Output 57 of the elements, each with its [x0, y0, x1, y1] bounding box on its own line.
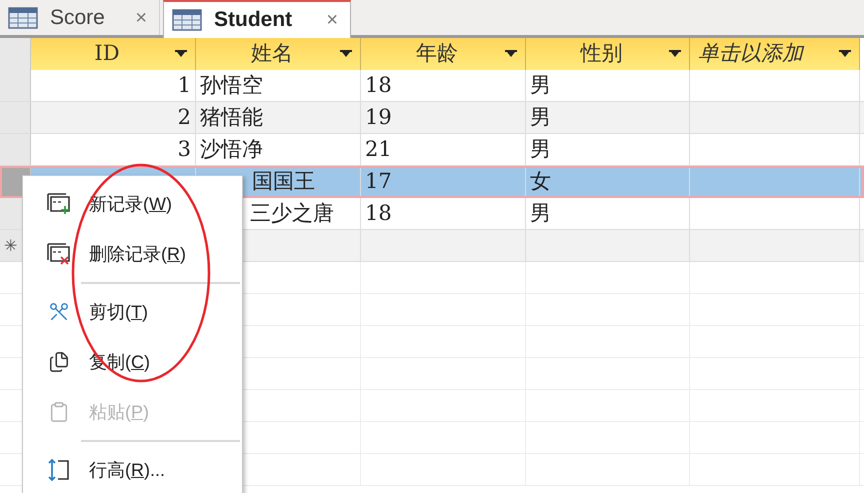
new-record-icon [47, 193, 71, 215]
select-all-corner[interactable] [0, 38, 31, 70]
close-button[interactable]: × [135, 8, 147, 28]
document-tab[interactable]: Student × [163, 0, 351, 38]
column-header[interactable]: 姓名 [196, 38, 361, 70]
dropdown-caret-icon[interactable] [340, 50, 352, 58]
row-height-icon [47, 458, 71, 482]
table-cell-text: 猪悟能 [200, 104, 263, 131]
clipboard-icon [48, 401, 70, 423]
row-selector[interactable] [0, 134, 31, 165]
column-header[interactable]: 年龄 [361, 38, 526, 70]
table-icon [8, 6, 38, 28]
column-title: 性别 [579, 40, 624, 68]
table-cell-text: 1 [178, 72, 191, 99]
tab-label: Score [50, 4, 105, 31]
table-cell-text: 21 [365, 136, 392, 163]
table-cell-text: 三少之唐 [250, 200, 334, 227]
table-cell-text: 男 [530, 72, 551, 99]
dropdown-caret-icon[interactable] [505, 50, 517, 58]
table-cell-text: 男 [530, 104, 551, 131]
scissors-icon [48, 301, 70, 323]
menu-item[interactable]: 剪切(T) [23, 287, 242, 337]
table-cell-text: 2 [178, 104, 191, 131]
table-cell-text: 18 [365, 72, 392, 99]
column-header[interactable]: 单击以添加 [690, 38, 860, 70]
dropdown-caret-icon[interactable] [839, 50, 851, 58]
dropdown-caret-icon[interactable] [669, 50, 681, 58]
close-button[interactable]: × [326, 10, 338, 30]
table-cell-text: 19 [365, 104, 392, 131]
table-cell-text: 孙悟空 [200, 72, 263, 99]
table-row[interactable]: 2 猪悟能 19 男 [0, 102, 864, 134]
row-selector[interactable] [0, 102, 31, 133]
column-title: 姓名 [250, 40, 294, 68]
table-cell-text: 国国王 [252, 168, 315, 195]
column-title: ID [93, 40, 121, 68]
delete-record-icon [47, 243, 71, 265]
column-title: 年龄 [415, 40, 459, 68]
column-header[interactable]: 性别 [526, 38, 690, 70]
table-cell-text: 女 [530, 168, 551, 195]
table-row[interactable]: 1 孙悟空 18 男 [0, 70, 864, 102]
menu-item[interactable]: 删除记录(R) [23, 229, 242, 279]
table-icon [172, 9, 202, 31]
table-cell-text: 沙悟净 [200, 136, 263, 163]
row-selector[interactable] [0, 70, 31, 101]
table-cell-text: 17 [365, 168, 392, 195]
table-cell-text: 男 [530, 200, 551, 227]
table-row[interactable]: 3 沙悟净 21 男 [0, 134, 864, 166]
column-title: 单击以添加 [698, 40, 803, 68]
table-cell-text: 3 [178, 136, 191, 163]
menu-item[interactable]: 行高(R)... [23, 445, 242, 493]
tab-label: Student [214, 7, 292, 34]
new-record-marker: ✳ [4, 234, 17, 256]
table-cell-text: 男 [530, 136, 551, 163]
dropdown-caret-icon[interactable] [175, 50, 187, 58]
copy-icon [48, 351, 70, 373]
column-header[interactable]: ID [31, 38, 196, 70]
table-cell-text: 18 [365, 200, 392, 227]
